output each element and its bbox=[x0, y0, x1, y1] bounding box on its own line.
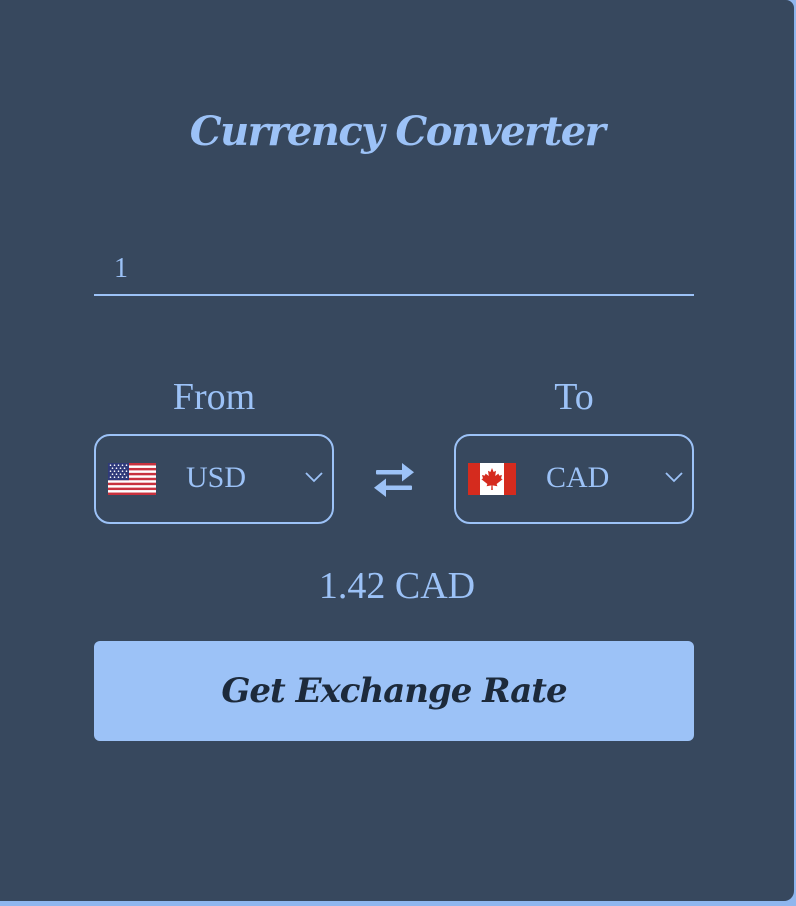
to-label: To bbox=[554, 376, 594, 418]
chevron-down-icon bbox=[305, 472, 323, 483]
app-title: Currency Converter bbox=[189, 108, 606, 155]
from-currency-select[interactable]: USD bbox=[94, 434, 334, 524]
amount-input[interactable] bbox=[94, 244, 694, 296]
converter-card: Currency Converter From To bbox=[0, 0, 794, 901]
canada-flag-icon bbox=[468, 463, 516, 495]
from-label: From bbox=[172, 376, 256, 418]
from-currency-value: USD bbox=[186, 461, 247, 494]
us-flag-icon bbox=[108, 463, 156, 495]
conversion-result: 1.42 CAD bbox=[318, 565, 476, 607]
get-exchange-rate-button[interactable]: Get Exchange Rate bbox=[94, 641, 694, 741]
to-currency-select[interactable]: CAD bbox=[454, 434, 694, 524]
swap-arrows-icon[interactable] bbox=[372, 462, 416, 498]
chevron-down-icon bbox=[665, 472, 683, 483]
to-currency-value: CAD bbox=[546, 461, 610, 494]
